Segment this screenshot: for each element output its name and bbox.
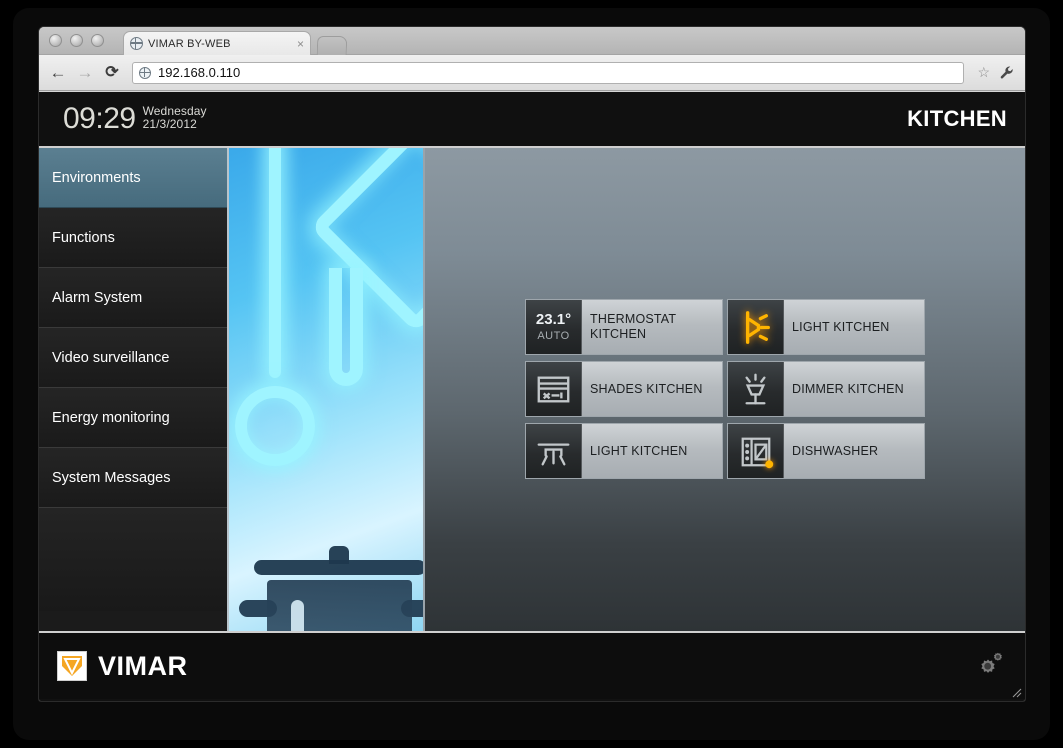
sidebar-filler <box>39 508 227 611</box>
kitchen-illustration <box>229 148 425 631</box>
tile-label: SHADES KITCHEN <box>590 381 703 396</box>
clock-time: 09:29 <box>63 102 136 135</box>
sidebar-item-label: Alarm System <box>52 289 143 306</box>
main-content: 23.1° AUTO THERMOSTAT KITCHEN LIGHT KITC… <box>425 148 1025 631</box>
sidebar-item-video-surveillance[interactable]: Video surveillance <box>39 328 227 388</box>
tile-label: THERMOSTAT KITCHEN <box>590 312 677 341</box>
close-icon[interactable]: × <box>291 38 304 50</box>
vimar-logo: VIMAR <box>57 651 188 682</box>
tile-thermostat-kitchen[interactable]: 23.1° AUTO THERMOSTAT KITCHEN <box>525 299 723 355</box>
clock-date-value: 21/3/2012 <box>142 117 197 131</box>
sidebar-item-label: Environments <box>52 169 141 186</box>
page-title: KITCHEN <box>907 106 1007 131</box>
sidebar-item-label: System Messages <box>52 469 171 486</box>
dishwasher-icon <box>728 424 784 478</box>
app-footer: VIMAR <box>39 631 1025 699</box>
brand-name: VIMAR <box>98 650 188 681</box>
wrench-icon[interactable] <box>999 65 1015 81</box>
sidebar-item-functions[interactable]: Functions <box>39 208 227 268</box>
address-bar[interactable]: 192.168.0.110 <box>132 61 965 84</box>
tile-shades-kitchen[interactable]: SHADES KITCHEN <box>525 361 723 417</box>
tile-label: LIGHT KITCHEN <box>792 319 890 334</box>
globe-icon <box>130 37 143 50</box>
browser-tabstrip: VIMAR BY-WEB × <box>39 27 1025 55</box>
shades-icon <box>526 362 582 416</box>
star-icon[interactable]: ☆ <box>977 64 990 81</box>
ceiling-light-icon <box>526 424 582 478</box>
browser-toolbar: ← → ⟳ 192.168.0.110 ☆ <box>39 55 1025 91</box>
device-tile-grid: 23.1° AUTO THERMOSTAT KITCHEN LIGHT KITC… <box>525 299 925 479</box>
back-button[interactable]: ← <box>49 64 67 81</box>
tile-label: LIGHT KITCHEN <box>590 443 688 458</box>
maximize-window-button[interactable] <box>91 34 104 47</box>
thermostat-mode: AUTO <box>537 330 570 342</box>
tile-label: DIMMER KITCHEN <box>792 381 904 396</box>
tile-label: DISHWASHER <box>792 443 879 458</box>
pan-handle-icon <box>329 268 363 386</box>
sidebar-item-label: Functions <box>52 229 115 246</box>
tile-dishwasher[interactable]: DISHWASHER <box>727 423 925 479</box>
browser-tab[interactable]: VIMAR BY-WEB × <box>123 31 311 55</box>
url-text: 192.168.0.110 <box>158 65 241 80</box>
tile-dimmer-kitchen[interactable]: DIMMER KITCHEN <box>727 361 925 417</box>
minimize-window-button[interactable] <box>70 34 83 47</box>
ladle-bowl-icon <box>235 386 315 466</box>
sidebar-item-label: Video surveillance <box>52 349 170 366</box>
gears-icon[interactable] <box>971 651 1005 681</box>
pot-highlight <box>291 600 304 631</box>
pot-body-icon <box>267 580 412 631</box>
thermostat-icon: 23.1° AUTO <box>526 300 582 354</box>
dimmer-lamp-icon <box>728 362 784 416</box>
sidebar-item-energy-monitoring[interactable]: Energy monitoring <box>39 388 227 448</box>
close-window-button[interactable] <box>49 34 62 47</box>
reload-button[interactable]: ⟳ <box>103 64 121 81</box>
tile-light-kitchen-wall[interactable]: LIGHT KITCHEN <box>727 299 925 355</box>
thermostat-temperature: 23.1° <box>535 311 572 328</box>
sidebar-item-system-messages[interactable]: System Messages <box>39 448 227 508</box>
ladle-handle-icon <box>269 148 281 378</box>
window-frame: VIMAR BY-WEB × ← → ⟳ 192.168.0.110 ☆ 09:… <box>13 8 1050 740</box>
web-page: 09:29 Wednesday 21/3/2012 KITCHEN Enviro… <box>39 92 1025 701</box>
sidebar: Environments Functions Alarm System Vide… <box>39 148 229 631</box>
tile-light-kitchen-ceiling[interactable]: LIGHT KITCHEN <box>525 423 723 479</box>
pan-icon <box>309 148 423 334</box>
new-tab-button[interactable] <box>316 36 348 55</box>
sidebar-item-alarm-system[interactable]: Alarm System <box>39 268 227 328</box>
browser-window: VIMAR BY-WEB × ← → ⟳ 192.168.0.110 ☆ 09:… <box>38 26 1026 702</box>
vimar-shield-icon <box>57 651 87 681</box>
tab-title: VIMAR BY-WEB <box>148 37 231 50</box>
window-controls[interactable] <box>49 34 104 47</box>
clock-date: Wednesday 21/3/2012 <box>143 103 207 131</box>
clock: 09:29 Wednesday 21/3/2012 <box>63 103 207 135</box>
pot-lid-icon <box>254 560 423 575</box>
forward-button[interactable]: → <box>76 64 94 81</box>
app-header: 09:29 Wednesday 21/3/2012 KITCHEN <box>39 92 1025 148</box>
wall-light-icon <box>728 300 784 354</box>
sidebar-item-environments[interactable]: Environments <box>39 148 227 208</box>
globe-icon <box>139 66 151 79</box>
resize-grip[interactable] <box>1010 686 1022 698</box>
app-body: Environments Functions Alarm System Vide… <box>39 148 1025 631</box>
sidebar-item-label: Energy monitoring <box>52 409 170 426</box>
